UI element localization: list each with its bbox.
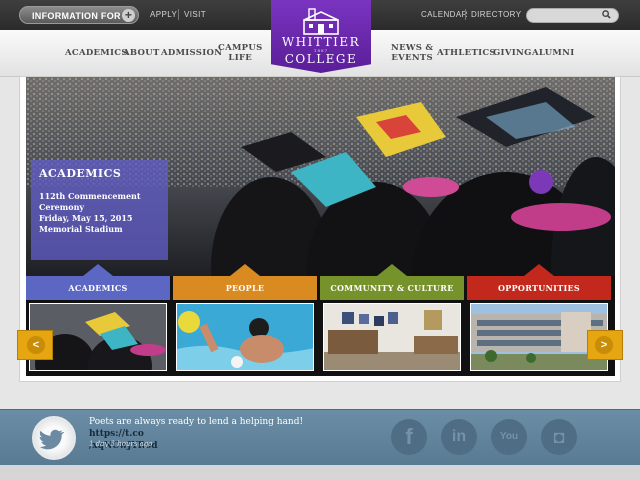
- tile-opportunities-label: OPPORTUNITIES: [467, 264, 611, 300]
- information-for-label: INFORMATION FOR: [32, 11, 121, 21]
- nav-campus-life-line2: LIFE: [228, 53, 253, 63]
- nav-campus-life[interactable]: CAMPUS LIFE: [218, 43, 263, 63]
- tile-community-culture-label: COMMUNITY & CULTURE: [320, 264, 464, 300]
- visit-link[interactable]: VISIT: [184, 10, 206, 19]
- nav-news-events[interactable]: NEWS & EVENTS: [391, 43, 433, 63]
- logo-name-bottom: COLLEGE: [284, 52, 358, 66]
- calendar-link[interactable]: CALENDAR: [421, 10, 468, 19]
- facebook-icon[interactable]: f: [391, 419, 427, 455]
- nav-athletics[interactable]: ATHLETICS: [437, 48, 496, 58]
- hero-caption-line: 112th Commencement: [39, 191, 141, 201]
- nav-alumni[interactable]: ALUMNI: [532, 48, 574, 58]
- instagram-icon[interactable]: ◘: [541, 419, 577, 455]
- nav-admission[interactable]: ADMISSION: [161, 48, 222, 58]
- tweet-text: Poets are always ready to lend a helping…: [89, 417, 304, 427]
- tile-people-label: PEOPLE: [173, 264, 317, 300]
- nav-news-events-line1: NEWS &: [391, 43, 434, 53]
- arrow-left-icon: <: [27, 336, 45, 354]
- carousel-prev-button[interactable]: <: [17, 330, 53, 360]
- linkedin-icon[interactable]: in: [441, 419, 477, 455]
- hero-caption-line: Friday, May 15, 2015: [39, 213, 133, 223]
- footer-bottom: [0, 465, 640, 480]
- youtube-icon[interactable]: You: [491, 419, 527, 455]
- people-thumbnail: [176, 303, 314, 371]
- building-icon: [303, 8, 339, 35]
- hero-caption-line: Ceremony: [39, 202, 85, 212]
- twitter-icon: [39, 429, 65, 450]
- nav-news-events-line2: EVENTS: [391, 53, 433, 63]
- carousel-next-button[interactable]: >: [587, 330, 623, 360]
- divider: [178, 9, 179, 20]
- tile-academics-label: ACADEMICS: [26, 264, 170, 300]
- hero-caption-line: Memorial Stadium: [39, 224, 123, 234]
- nav-academics[interactable]: ACADEMICS: [65, 48, 128, 58]
- college-logo[interactable]: WHITTIER 1887 COLLEGE: [271, 0, 371, 73]
- divider: [465, 9, 466, 20]
- information-for-dropdown[interactable]: INFORMATION FOR +: [19, 6, 139, 24]
- twitter-badge[interactable]: [32, 416, 76, 460]
- search-input[interactable]: [526, 8, 619, 23]
- tile-people[interactable]: PEOPLE: [173, 264, 317, 374]
- tweet-timestamp: 1 day 3 hours ago: [89, 440, 153, 448]
- logo-name-top: WHITTIER: [281, 35, 361, 49]
- hero-caption-title: ACADEMICS: [39, 167, 122, 180]
- nav-about[interactable]: ABOUT: [123, 48, 160, 58]
- search-icon[interactable]: [602, 10, 611, 21]
- plus-icon: +: [122, 9, 135, 22]
- directory-link[interactable]: DIRECTORY: [471, 10, 521, 19]
- arrow-right-icon: >: [595, 336, 613, 354]
- community-culture-thumbnail: [323, 303, 461, 371]
- apply-link[interactable]: APPLY: [150, 10, 177, 19]
- hero-caption[interactable]: ACADEMICS 112th Commencement Ceremony Fr…: [31, 160, 168, 260]
- nav-campus-life-line1: CAMPUS: [218, 43, 263, 53]
- nav-giving[interactable]: GIVING: [493, 48, 532, 58]
- tile-community-culture[interactable]: COMMUNITY & CULTURE: [320, 264, 464, 374]
